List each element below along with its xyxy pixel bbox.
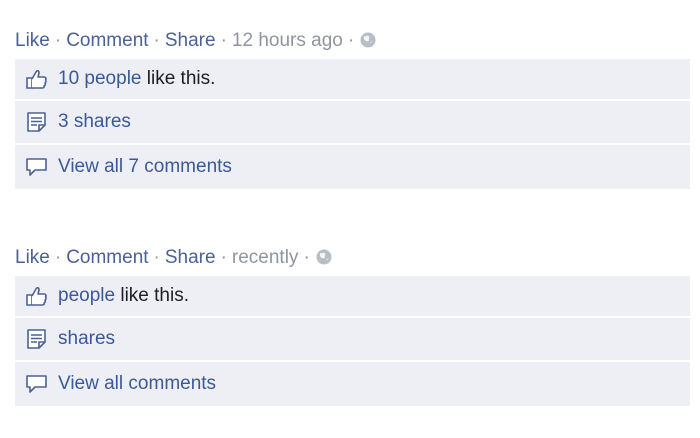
separator: · — [220, 30, 227, 51]
likers-link[interactable]: people — [58, 275, 115, 317]
comment-count: 7 — [128, 156, 139, 177]
separator: · — [303, 247, 310, 268]
like-link[interactable]: Like — [15, 247, 50, 268]
post-1: Like · Comment · Share · 12 hours ago · 10 peop… — [15, 26, 690, 189]
shares-link[interactable]: 3 shares — [58, 100, 131, 144]
separator: · — [153, 30, 160, 51]
view-all-comments-link[interactable]: View all comments — [58, 362, 216, 406]
comment-bubble-icon — [25, 156, 49, 178]
post-action-bar: Like · Comment · Share · 12 hours ago · — [15, 26, 690, 56]
comment-bubble-icon — [25, 373, 49, 395]
share-count: 3 — [58, 111, 69, 132]
like-suffix: like this. — [120, 285, 189, 306]
post-stats: 10 people like this. 3 shares View all 7… — [15, 59, 690, 189]
view-all-comments-link[interactable]: View all 7 comments — [58, 145, 232, 189]
timestamp-link[interactable]: recently — [232, 247, 299, 268]
view-all-prefix: View all — [58, 373, 124, 394]
comments-label: comments — [128, 373, 217, 394]
comments-row: View all 7 comments — [15, 145, 690, 189]
share-link[interactable]: Share — [165, 30, 216, 51]
view-all-prefix: View all — [58, 156, 124, 177]
timestamp-link[interactable]: 12 hours ago — [232, 30, 343, 51]
comments-label: comments — [144, 156, 232, 177]
share-doc-icon — [25, 328, 49, 350]
separator: · — [347, 30, 355, 51]
shares-label: shares — [73, 111, 131, 132]
separator: · — [220, 247, 227, 268]
globe-icon[interactable] — [315, 246, 333, 276]
post-stats: people like this. shares View all commen… — [15, 276, 690, 406]
shares-row: shares — [15, 318, 690, 362]
share-link[interactable]: Share — [165, 247, 216, 268]
shares-label: shares — [58, 328, 116, 349]
comments-row: View all comments — [15, 362, 690, 406]
thumbs-up-icon — [25, 285, 49, 307]
thumbs-up-icon — [25, 68, 49, 90]
separator: · — [54, 247, 62, 268]
share-doc-icon — [25, 111, 49, 133]
people-label: people — [58, 285, 116, 306]
like-link[interactable]: Like — [15, 30, 50, 51]
shares-link[interactable]: shares — [58, 317, 115, 361]
comment-link[interactable]: Comment — [66, 247, 148, 268]
separator: · — [54, 30, 62, 51]
comment-link[interactable]: Comment — [66, 30, 148, 51]
likes-row: people like this. — [15, 276, 690, 318]
globe-icon[interactable] — [359, 29, 377, 59]
likes-row: 10 people like this. — [15, 59, 690, 101]
like-suffix: like this. — [146, 68, 216, 89]
like-count: 10 — [58, 68, 80, 89]
post-action-bar: Like · Comment · Share · recently · — [15, 243, 690, 273]
shares-row: 3 shares — [15, 101, 690, 145]
separator: · — [153, 247, 160, 268]
post-2: Like · Comment · Share · recently · people like… — [15, 243, 690, 406]
likers-link[interactable]: 10 people — [58, 58, 141, 100]
people-label: people — [84, 68, 142, 89]
